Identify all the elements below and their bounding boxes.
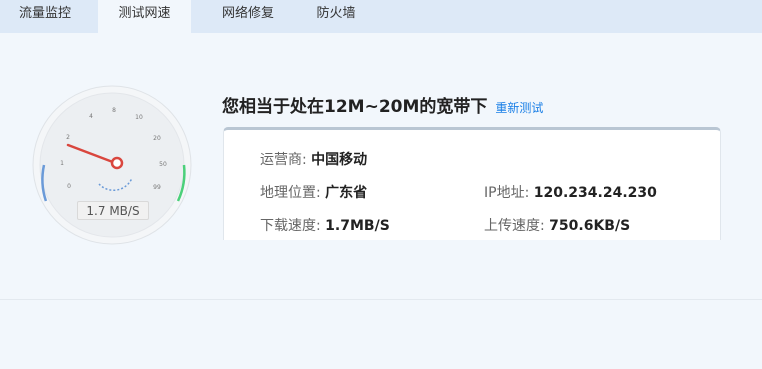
gauge-tick: 1 <box>60 160 64 167</box>
gauge-tick: 4 <box>89 113 93 120</box>
download-label: 下载速度: <box>260 218 321 234</box>
gauge-tick: 8 <box>112 107 116 114</box>
ip-label: IP地址: <box>484 185 530 201</box>
upload-value: 750.6KB/S <box>549 218 631 234</box>
isp-value: 中国移动 <box>311 152 368 168</box>
speed-result-text: 您相当于处在12M~20M的宽带下 <box>222 97 488 117</box>
isp-label: 运营商: <box>260 152 307 168</box>
download-value: 1.7MB/S <box>325 218 390 234</box>
upload-label: 上传速度: <box>484 218 545 234</box>
speed-gauge: 0 1 2 4 8 10 20 50 99 <box>32 85 192 245</box>
gauge-tick: 0 <box>67 183 71 190</box>
gauge-speed-readout: 1.7 MB/S <box>77 201 149 220</box>
ip-row: IP地址: 120.234.24.230 <box>484 182 657 202</box>
tab-firewall[interactable]: 防火墙 <box>303 0 369 33</box>
retest-link[interactable]: 重新测试 <box>495 101 543 115</box>
tab-network-repair[interactable]: 网络修复 <box>203 0 293 33</box>
gauge-tick: 99 <box>153 184 161 191</box>
section-divider <box>0 299 762 300</box>
tab-traffic-monitor[interactable]: 流量监控 <box>0 0 90 33</box>
location-row: 地理位置: 广东省 <box>260 182 367 202</box>
ip-value: 120.234.24.230 <box>533 185 657 201</box>
tab-bar: 流量监控 测试网速 网络修复 防火墙 <box>0 0 762 33</box>
tab-speed-test[interactable]: 测试网速 <box>98 0 191 33</box>
gauge-needle-hub <box>110 156 124 170</box>
download-row: 下载速度: 1.7MB/S <box>260 215 390 235</box>
gauge-tick: 10 <box>135 114 143 121</box>
gauge-tick: 50 <box>159 161 167 168</box>
location-label: 地理位置: <box>260 185 321 201</box>
upload-row: 上传速度: 750.6KB/S <box>484 215 630 235</box>
location-value: 广东省 <box>325 185 368 201</box>
speed-result-title: 您相当于处在12M~20M的宽带下 重新测试 <box>222 92 543 117</box>
isp-row: 运营商: 中国移动 <box>260 149 367 169</box>
gauge-tick: 2 <box>66 134 70 141</box>
gauge-tick: 20 <box>153 135 161 142</box>
